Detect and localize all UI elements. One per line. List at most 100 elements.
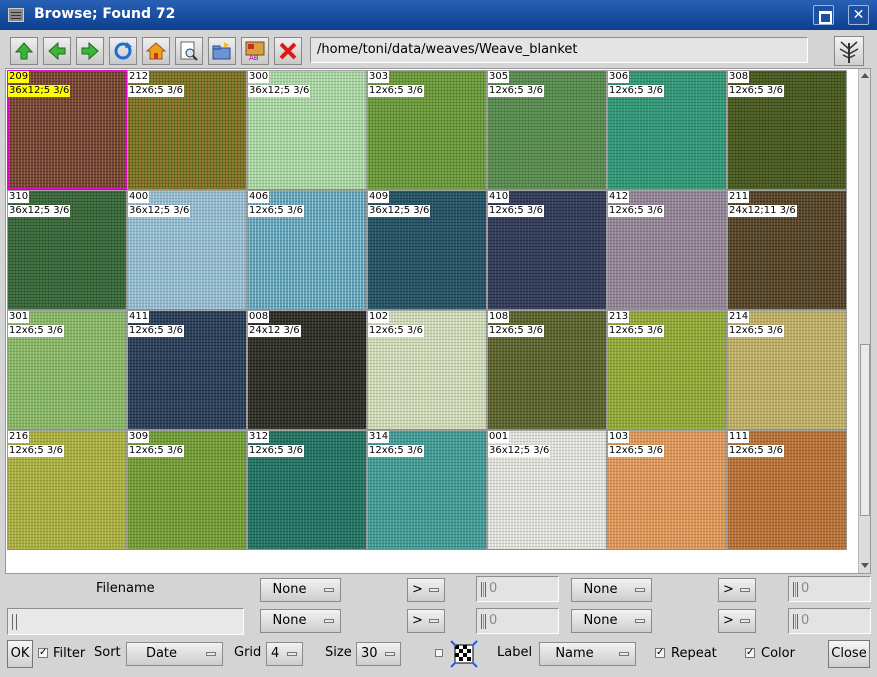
directory-tree-button[interactable] xyxy=(834,36,864,66)
weave-thumbnail[interactable]: 216 12x6;5 3/6 xyxy=(7,430,127,550)
ok-button[interactable]: OK xyxy=(7,640,33,668)
dropdown-icon xyxy=(429,619,439,623)
filter-field-select-2a[interactable]: None xyxy=(260,609,341,633)
thumbnail-info: 12x6;5 3/6 xyxy=(488,325,545,337)
weave-thumbnail[interactable]: 102 12x6;5 3/6 xyxy=(367,310,487,430)
text-cursor-icon xyxy=(793,614,798,629)
weave-thumbnail[interactable]: 103 12x6;5 3/6 xyxy=(607,430,727,550)
forward-button[interactable] xyxy=(76,37,104,65)
check-mark-icon: ✓ xyxy=(746,647,755,658)
thumbnail-name: 213 xyxy=(608,311,630,323)
weave-thumbnail[interactable]: 301 12x6;5 3/6 xyxy=(7,310,127,430)
repeat-checkbox[interactable]: ✓ xyxy=(655,648,665,658)
label-select[interactable]: Name xyxy=(539,642,636,666)
filter-field-select-1a[interactable]: None xyxy=(260,578,341,602)
path-input[interactable]: /home/toni/data/weaves/Weave_blanket xyxy=(310,37,808,63)
maximize-button[interactable] xyxy=(813,5,834,25)
comparator-select-1a[interactable]: > xyxy=(407,578,445,602)
text-cursor-icon xyxy=(481,614,486,629)
label-image-button[interactable]: AB xyxy=(241,37,269,65)
sort-select[interactable]: Date xyxy=(126,642,223,666)
filter-field-select-2b[interactable]: None xyxy=(571,609,652,633)
weave-thumbnail[interactable]: 314 12x6;5 3/6 xyxy=(367,430,487,550)
weave-thumbnail[interactable]: 406 12x6;5 3/6 xyxy=(247,190,367,310)
arrow-up-icon xyxy=(861,73,869,78)
weave-thumbnail[interactable]: 008 24x12 3/6 xyxy=(247,310,367,430)
filename-input[interactable] xyxy=(7,608,244,635)
weave-thumbnail[interactable]: 306 12x6;5 3/6 xyxy=(607,70,727,190)
thumbnail-info: 12x6;5 3/6 xyxy=(368,85,425,97)
arrow-up-icon xyxy=(14,42,34,60)
select-value: None xyxy=(272,582,307,597)
thumbnail-name: 400 xyxy=(128,191,150,203)
dropdown-icon xyxy=(635,619,645,623)
filter-checkbox[interactable]: ✓ xyxy=(38,648,48,658)
weave-thumbnail[interactable]: 310 36x12;5 3/6 xyxy=(7,190,127,310)
thumbnail-name: 102 xyxy=(368,311,390,323)
thumbnail-info: 36x12;5 3/6 xyxy=(368,205,431,217)
weave-thumbnail[interactable]: 211 24x12;11 3/6 xyxy=(727,190,847,310)
thumbnail-info: 12x6;5 3/6 xyxy=(368,325,425,337)
weave-thumbnail[interactable]: 411 12x6;5 3/6 xyxy=(127,310,247,430)
size-label: Size xyxy=(325,645,352,660)
comparator-value: > xyxy=(723,613,734,628)
weave-pattern-icon xyxy=(450,640,478,668)
weave-thumbnail[interactable]: 213 12x6;5 3/6 xyxy=(607,310,727,430)
weave-thumbnail[interactable]: 303 12x6;5 3/6 xyxy=(367,70,487,190)
weave-thumbnail[interactable]: 001 36x12;5 3/6 xyxy=(487,430,607,550)
size-select[interactable]: 30 xyxy=(356,642,401,666)
weave-thumbnail[interactable]: 412 12x6;5 3/6 xyxy=(607,190,727,310)
weave-thumbnail[interactable]: 305 12x6;5 3/6 xyxy=(487,70,607,190)
preview-button[interactable] xyxy=(175,37,203,65)
close-button[interactable]: Close xyxy=(828,640,870,668)
scrollbar-thumb[interactable] xyxy=(860,344,870,516)
weave-thumbnail[interactable]: 400 36x12;5 3/6 xyxy=(127,190,247,310)
delete-icon xyxy=(279,42,297,60)
value-input-2b[interactable]: 0 xyxy=(788,608,871,634)
weave-thumbnail[interactable]: 214 12x6;5 3/6 xyxy=(727,310,847,430)
weave-preview-checkbox[interactable] xyxy=(435,649,443,657)
comparator-select-2a[interactable]: > xyxy=(407,609,445,633)
weave-thumbnail[interactable]: 410 12x6;5 3/6 xyxy=(487,190,607,310)
refresh-button[interactable] xyxy=(109,37,137,65)
comparator-select-1b[interactable]: > xyxy=(718,578,756,602)
value-input-1a[interactable]: 0 xyxy=(476,576,559,602)
thumbnail-info: 12x6;5 3/6 xyxy=(488,205,545,217)
go-up-button[interactable] xyxy=(10,37,38,65)
weave-thumbnail[interactable]: 111 12x6;5 3/6 xyxy=(727,430,847,550)
weave-thumbnail[interactable]: 212 12x6;5 3/6 xyxy=(127,70,247,190)
vertical-scrollbar[interactable] xyxy=(858,69,870,573)
thumbnail-info: 12x6;5 3/6 xyxy=(608,325,665,337)
scroll-down-button[interactable] xyxy=(859,559,870,573)
select-value: Name xyxy=(555,646,594,661)
window-title: Browse; Found 72 xyxy=(34,6,176,22)
sort-label: Sort xyxy=(94,645,121,660)
scroll-up-button[interactable] xyxy=(859,69,870,83)
weave-thumbnail[interactable]: 309 12x6;5 3/6 xyxy=(127,430,247,550)
color-checkbox[interactable]: ✓ xyxy=(745,648,755,658)
dropdown-icon xyxy=(287,652,297,656)
open-folder-button[interactable] xyxy=(208,37,236,65)
close-window-button[interactable]: ✕ xyxy=(848,5,869,25)
weave-thumbnail[interactable]: 209 36x12;5 3/6 xyxy=(7,70,127,190)
weave-thumbnail[interactable]: 308 12x6;5 3/6 xyxy=(727,70,847,190)
arrow-left-icon xyxy=(48,41,66,61)
value-input-1b[interactable]: 0 xyxy=(788,576,871,602)
weave-thumbnail[interactable]: 312 12x6;5 3/6 xyxy=(247,430,367,550)
weave-pattern-button[interactable] xyxy=(450,640,478,668)
filter-field-select-1b[interactable]: None xyxy=(571,578,652,602)
home-button[interactable] xyxy=(142,37,170,65)
comparator-select-2b[interactable]: > xyxy=(718,609,756,633)
value-input-2a[interactable]: 0 xyxy=(476,608,559,634)
weave-thumbnail[interactable]: 108 12x6;5 3/6 xyxy=(487,310,607,430)
thumbnail-browser[interactable]: 209 36x12;5 3/6 212 12x6;5 3/6 300 36x12;5 3/… xyxy=(5,68,871,574)
weave-thumbnail[interactable]: 300 36x12;5 3/6 xyxy=(247,70,367,190)
back-button[interactable] xyxy=(43,37,71,65)
window-menu-icon[interactable] xyxy=(8,8,24,22)
delete-button[interactable] xyxy=(274,37,302,65)
weave-thumbnail[interactable]: 409 36x12;5 3/6 xyxy=(367,190,487,310)
value-text: 0 xyxy=(489,613,498,628)
thumbnail-name: 216 xyxy=(8,431,30,443)
thumbnail-info: 12x6;5 3/6 xyxy=(608,85,665,97)
grid-select[interactable]: 4 xyxy=(266,642,303,666)
